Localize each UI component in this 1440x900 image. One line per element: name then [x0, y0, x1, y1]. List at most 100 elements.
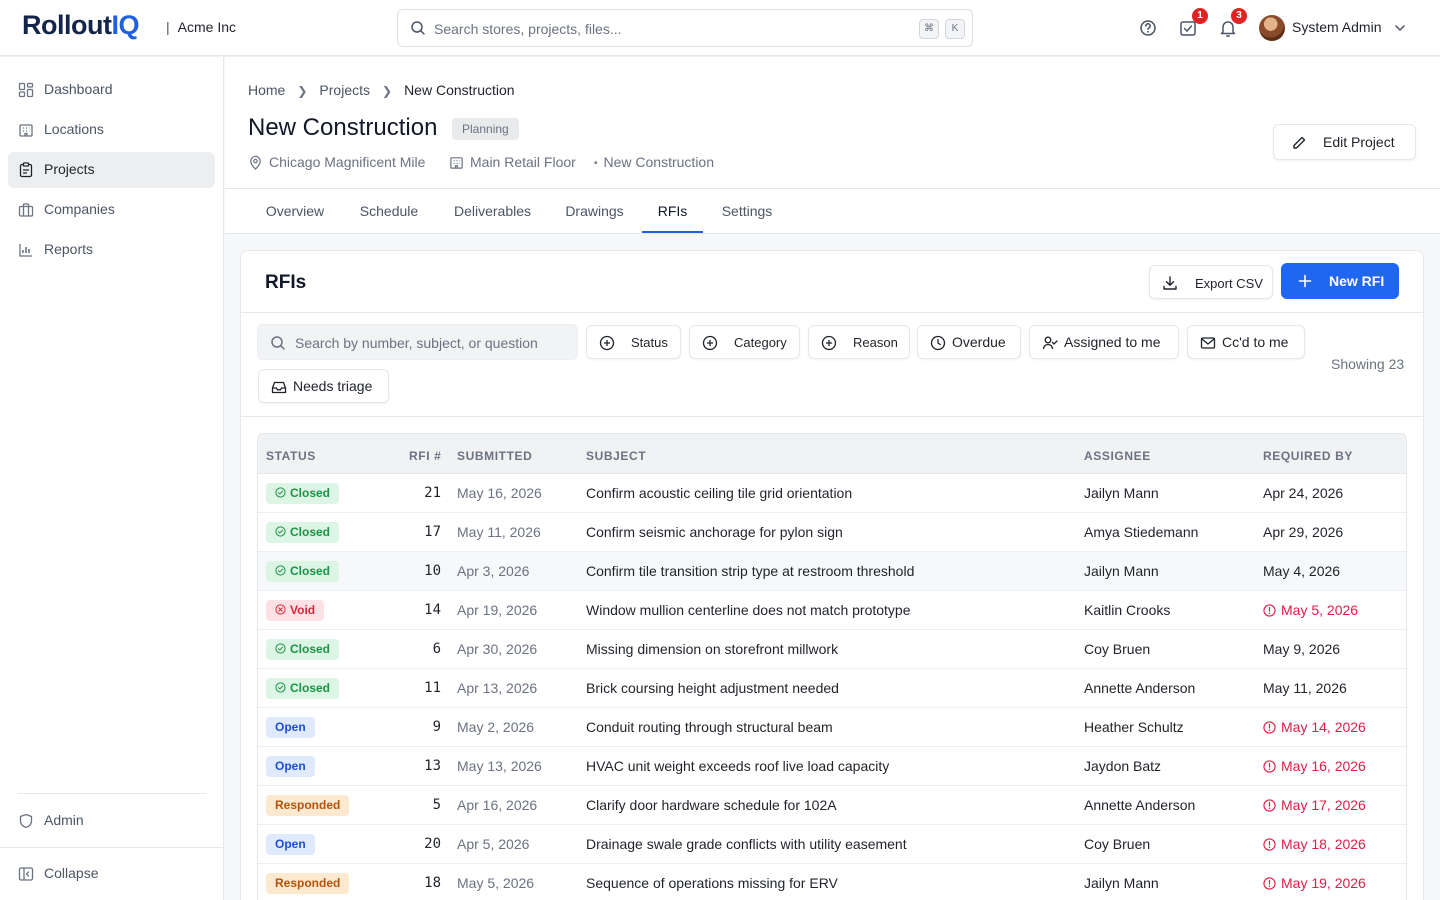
avatar[interactable]: [1259, 15, 1285, 41]
required-by-date: May 9, 2026: [1263, 641, 1341, 657]
tab-settings[interactable]: Settings: [703, 188, 791, 233]
filter-label: Status: [631, 335, 668, 350]
status-badge: Closed: [266, 678, 340, 699]
table-row[interactable]: Open 9 May 2, 2026 Conduit routing through …: [258, 708, 1406, 747]
bar-chart-icon: [19, 244, 32, 257]
submitted-date: May 16, 2026: [457, 485, 542, 501]
alert-circle-icon: [1263, 604, 1276, 617]
filter-reason-button[interactable]: Reason: [808, 325, 910, 359]
sidebar-item-locations[interactable]: Locations: [8, 112, 215, 148]
assignee-name: Kaitlin Crooks: [1084, 602, 1171, 618]
assignee-name: Jailyn Mann: [1084, 563, 1159, 579]
filter-overdue-toggle[interactable]: Overdue: [917, 325, 1021, 359]
required-by-date: May 19, 2026: [1263, 875, 1366, 891]
table-row[interactable]: Open 20 Apr 5, 2026 Drainage swale grade co…: [258, 825, 1406, 864]
clipboard-icon: [19, 162, 33, 178]
rfi-subject[interactable]: Window mullion centerline does not match…: [586, 602, 911, 618]
status-badge: Closed: [266, 522, 340, 543]
tab-overview[interactable]: Overview: [248, 188, 342, 233]
table-row[interactable]: Closed 21 May 16, 2026 Confirm acoustic cei…: [258, 474, 1406, 513]
sidebar-item-projects[interactable]: Projects: [8, 152, 215, 188]
required-by-date: May 4, 2026: [1263, 563, 1341, 579]
building-icon: [19, 124, 33, 137]
app-logo[interactable]: RolloutIQ: [22, 10, 139, 41]
tab-deliverables[interactable]: Deliverables: [436, 188, 549, 233]
sidebar-item-companies[interactable]: Companies: [8, 192, 215, 228]
table-row[interactable]: Closed 17 May 11, 2026 Confirm seismic anch…: [258, 513, 1406, 552]
global-search-input[interactable]: Search stores, projects, files... ⌘ K: [397, 9, 973, 47]
sidebar-item-reports[interactable]: Reports: [8, 232, 215, 268]
filter-category-button[interactable]: Category: [689, 325, 800, 359]
table-row[interactable]: Responded 5 Apr 16, 2026 Clarify door hardw…: [258, 786, 1406, 825]
table-header: STATUS RFI # SUBMITTED SUBJECT ASSIGNEE …: [258, 434, 1406, 474]
rfi-subject[interactable]: Confirm seismic anchorage for pylon sign: [586, 524, 843, 540]
column-header-assignee[interactable]: ASSIGNEE: [1084, 449, 1151, 463]
card-divider: [241, 312, 1423, 313]
status-badge: Open: [266, 834, 315, 855]
breadcrumb-home[interactable]: Home: [248, 82, 285, 98]
rfi-search-input[interactable]: Search by number, subject, or question: [257, 324, 578, 360]
user-check-icon: [1042, 336, 1058, 350]
column-header-submitted[interactable]: SUBMITTED: [457, 449, 532, 463]
filter-ccd-toggle[interactable]: Cc'd to me: [1187, 325, 1305, 359]
filter-label: Reason: [853, 335, 898, 350]
filter-triage-toggle[interactable]: Needs triage: [258, 369, 389, 403]
column-header-status[interactable]: STATUS: [266, 449, 316, 463]
rfis-card: RFIs Export CSV New RFI Search by number…: [240, 250, 1424, 900]
org-name: Acme Inc: [177, 19, 236, 35]
filter-label: Overdue: [952, 334, 1006, 350]
status-badge: Responded: [266, 873, 350, 894]
sidebar-item-label: Companies: [44, 201, 115, 217]
rfi-subject[interactable]: Clarify door hardware schedule for 102A: [586, 797, 837, 813]
alert-circle-icon: [1263, 838, 1276, 851]
rfi-subject[interactable]: Confirm acoustic ceiling tile grid orien…: [586, 485, 852, 501]
check-circle-icon: [275, 682, 286, 693]
tab-rfis[interactable]: RFIs: [642, 188, 703, 233]
rfi-subject[interactable]: Missing dimension on storefront millwork: [586, 641, 838, 657]
table-row[interactable]: Closed 11 Apr 13, 2026 Brick coursing heigh…: [258, 669, 1406, 708]
edit-project-button[interactable]: Edit Project: [1273, 124, 1416, 160]
column-header-number[interactable]: RFI #: [409, 449, 441, 463]
page-title: New Construction: [248, 114, 438, 141]
tab-schedule[interactable]: Schedule: [342, 188, 436, 233]
filter-status-button[interactable]: Status: [586, 325, 681, 359]
org-switcher[interactable]: | Acme Inc: [166, 19, 236, 35]
card-divider: [241, 416, 1423, 417]
assignee-name: Jailyn Mann: [1084, 875, 1159, 891]
collapse-panel-icon: [18, 867, 34, 881]
sidebar-item-dashboard[interactable]: Dashboard: [8, 72, 215, 108]
export-csv-button[interactable]: Export CSV: [1149, 265, 1273, 299]
table-row[interactable]: Open 13 May 13, 2026 HVAC unit weight excee…: [258, 747, 1406, 786]
inbox-icon: [271, 381, 287, 394]
new-rfi-button[interactable]: New RFI: [1281, 263, 1399, 299]
table-row[interactable]: Closed 6 Apr 30, 2026 Missing dimension on …: [258, 630, 1406, 669]
rfi-subject[interactable]: Drainage swale grade conflicts with util…: [586, 836, 907, 852]
tab-drawings[interactable]: Drawings: [549, 188, 640, 233]
rfi-subject[interactable]: Sequence of operations missing for ERV: [586, 875, 838, 891]
rfi-subject[interactable]: Brick coursing height adjustment needed: [586, 680, 839, 696]
rfi-number: 10: [424, 563, 441, 579]
sidebar-collapse-button[interactable]: Collapse: [8, 856, 215, 892]
sidebar-item-admin[interactable]: Admin: [8, 803, 215, 839]
breadcrumb-projects[interactable]: Projects: [319, 82, 370, 98]
column-header-required-by[interactable]: REQUIRED BY: [1263, 449, 1353, 463]
rfi-subject[interactable]: HVAC unit weight exceeds roof live load …: [586, 758, 889, 774]
filter-assigned-toggle[interactable]: Assigned to me: [1029, 325, 1179, 359]
rfi-subject[interactable]: Confirm tile transition strip type at re…: [586, 563, 914, 579]
breadcrumb-current: New Construction: [404, 82, 515, 98]
table-row[interactable]: Closed 10 Apr 3, 2026 Confirm tile transiti…: [258, 552, 1406, 591]
user-name[interactable]: System Admin: [1292, 19, 1381, 35]
tasks-badge: 1: [1192, 8, 1208, 24]
column-header-subject[interactable]: SUBJECT: [586, 449, 646, 463]
alert-circle-icon: [1263, 877, 1276, 890]
chevron-down-icon[interactable]: [1392, 20, 1408, 36]
assignee-name: Coy Bruen: [1084, 641, 1151, 657]
help-icon[interactable]: [1138, 18, 1158, 38]
mail-icon: [1200, 337, 1216, 349]
rfi-subject[interactable]: Conduit routing through structural beam: [586, 719, 833, 735]
dashboard-icon: [18, 82, 34, 98]
table-row[interactable]: Void 14 Apr 19, 2026 Window mullion centerl…: [258, 591, 1406, 630]
alert-circle-icon: [1263, 760, 1276, 773]
map-pin-icon: [250, 155, 261, 170]
table-row[interactable]: Responded 18 May 5, 2026 Sequence of operat…: [258, 864, 1406, 900]
